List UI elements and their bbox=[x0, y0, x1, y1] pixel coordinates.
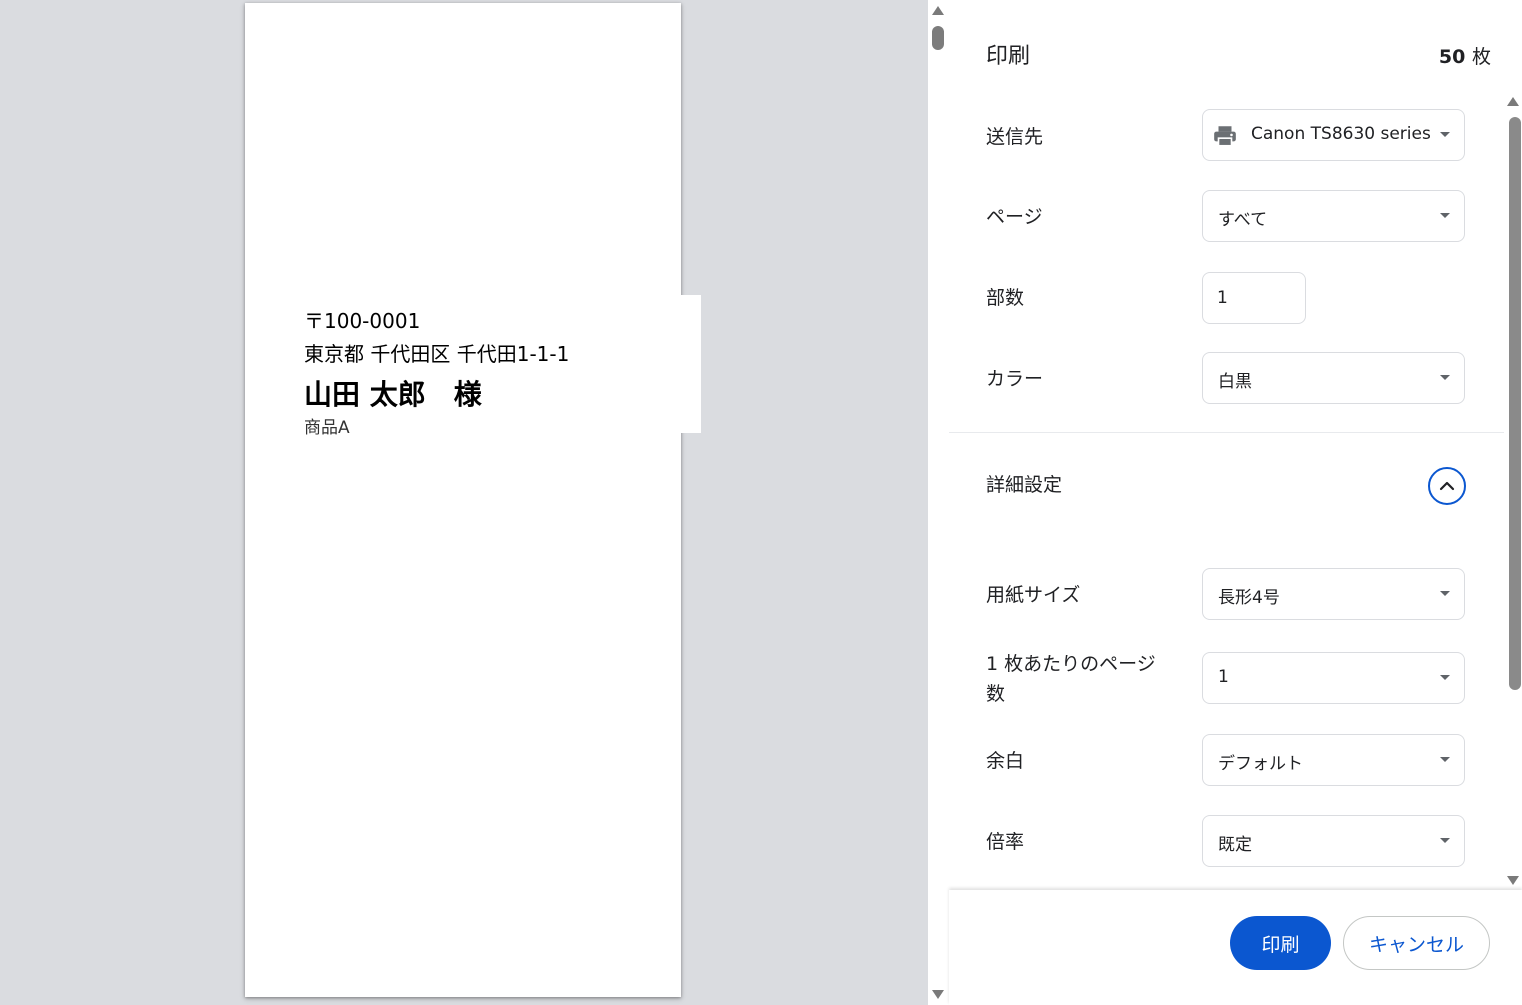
cancel-button[interactable]: キャンセル bbox=[1343, 916, 1490, 970]
pages-value: すべて bbox=[1218, 210, 1268, 230]
pages-per-sheet-select[interactable]: 1 bbox=[1202, 652, 1465, 704]
preview-page-edge bbox=[681, 295, 701, 433]
advanced-settings-label: 詳細設定 bbox=[986, 474, 1063, 496]
dropdown-caret-icon bbox=[1440, 757, 1450, 762]
pages-label: ページ bbox=[986, 206, 1043, 228]
dropdown-caret-icon bbox=[1440, 213, 1450, 218]
print-button[interactable]: 印刷 bbox=[1230, 916, 1331, 970]
scroll-down-arrow-icon[interactable] bbox=[1507, 876, 1519, 885]
dropdown-caret-icon bbox=[1440, 591, 1450, 596]
pages-per-sheet-label-line1: 1 枚あたりのページ bbox=[986, 653, 1156, 675]
destination-value: Canon TS8630 series bbox=[1251, 124, 1431, 144]
color-value: 白黒 bbox=[1218, 372, 1252, 392]
sheet-count-unit: 枚 bbox=[1471, 46, 1491, 68]
scroll-down-arrow-icon[interactable] bbox=[932, 990, 944, 999]
pages-per-sheet-label: 1 枚あたりのページ 数 bbox=[986, 649, 1156, 709]
settings-scrollbar[interactable] bbox=[1504, 95, 1522, 890]
dropdown-caret-icon bbox=[1440, 375, 1450, 380]
pages-per-sheet-label-line2: 数 bbox=[986, 683, 1006, 705]
margins-select[interactable]: デフォルト bbox=[1202, 734, 1465, 786]
dropdown-caret-icon bbox=[1440, 132, 1450, 137]
color-select[interactable]: 白黒 bbox=[1202, 352, 1465, 404]
margins-label: 余白 bbox=[986, 750, 1025, 772]
printer-icon bbox=[1214, 126, 1236, 147]
advanced-settings-toggle[interactable] bbox=[1428, 467, 1466, 505]
margins-value: デフォルト bbox=[1218, 754, 1303, 774]
sheet-count-number: 50 bbox=[1438, 46, 1466, 68]
copies-label: 部数 bbox=[986, 287, 1025, 309]
dropdown-caret-icon bbox=[1440, 675, 1450, 680]
copies-input[interactable] bbox=[1202, 272, 1306, 324]
item-name: 商品A bbox=[304, 418, 350, 438]
destination-select[interactable]: Canon TS8630 series bbox=[1202, 109, 1465, 161]
destination-label: 送信先 bbox=[986, 126, 1044, 148]
section-divider bbox=[949, 432, 1504, 433]
paper-size-select[interactable]: 長形4号 bbox=[1202, 568, 1465, 620]
dialog-footer: 印刷 キャンセル bbox=[949, 890, 1522, 1005]
pages-per-sheet-value: 1 bbox=[1218, 667, 1229, 687]
scroll-up-arrow-icon[interactable] bbox=[1507, 97, 1519, 106]
recipient-name: 山田 太郎 様 bbox=[304, 378, 482, 411]
pages-select[interactable]: すべて bbox=[1202, 190, 1465, 242]
scale-label: 倍率 bbox=[986, 831, 1025, 853]
postal-code: 〒100-0001 bbox=[304, 309, 421, 333]
preview-page bbox=[245, 3, 681, 997]
preview-scroll-thumb[interactable] bbox=[932, 26, 944, 50]
sheet-count: 50 枚 bbox=[1439, 42, 1491, 69]
scroll-up-arrow-icon[interactable] bbox=[932, 6, 944, 15]
recipient-address: 東京都 千代田区 千代田1-1-1 bbox=[304, 342, 570, 366]
dropdown-caret-icon bbox=[1440, 838, 1450, 843]
paper-size-label: 用紙サイズ bbox=[986, 584, 1081, 606]
preview-scrollbar[interactable] bbox=[928, 0, 948, 1005]
paper-size-value: 長形4号 bbox=[1218, 588, 1280, 608]
print-preview-area: 〒100-0001 東京都 千代田区 千代田1-1-1 山田 太郎 様 商品A bbox=[0, 0, 928, 1005]
print-settings-panel: 印刷 50 枚 送信先 Canon TS8630 series ページ すべて … bbox=[949, 0, 1522, 1005]
panel-title: 印刷 bbox=[986, 44, 1031, 69]
chevron-up-icon bbox=[1439, 481, 1455, 491]
scale-value: 既定 bbox=[1218, 835, 1252, 855]
color-label: カラー bbox=[986, 368, 1044, 390]
settings-scroll-thumb[interactable] bbox=[1509, 117, 1521, 690]
scale-select[interactable]: 既定 bbox=[1202, 815, 1465, 867]
